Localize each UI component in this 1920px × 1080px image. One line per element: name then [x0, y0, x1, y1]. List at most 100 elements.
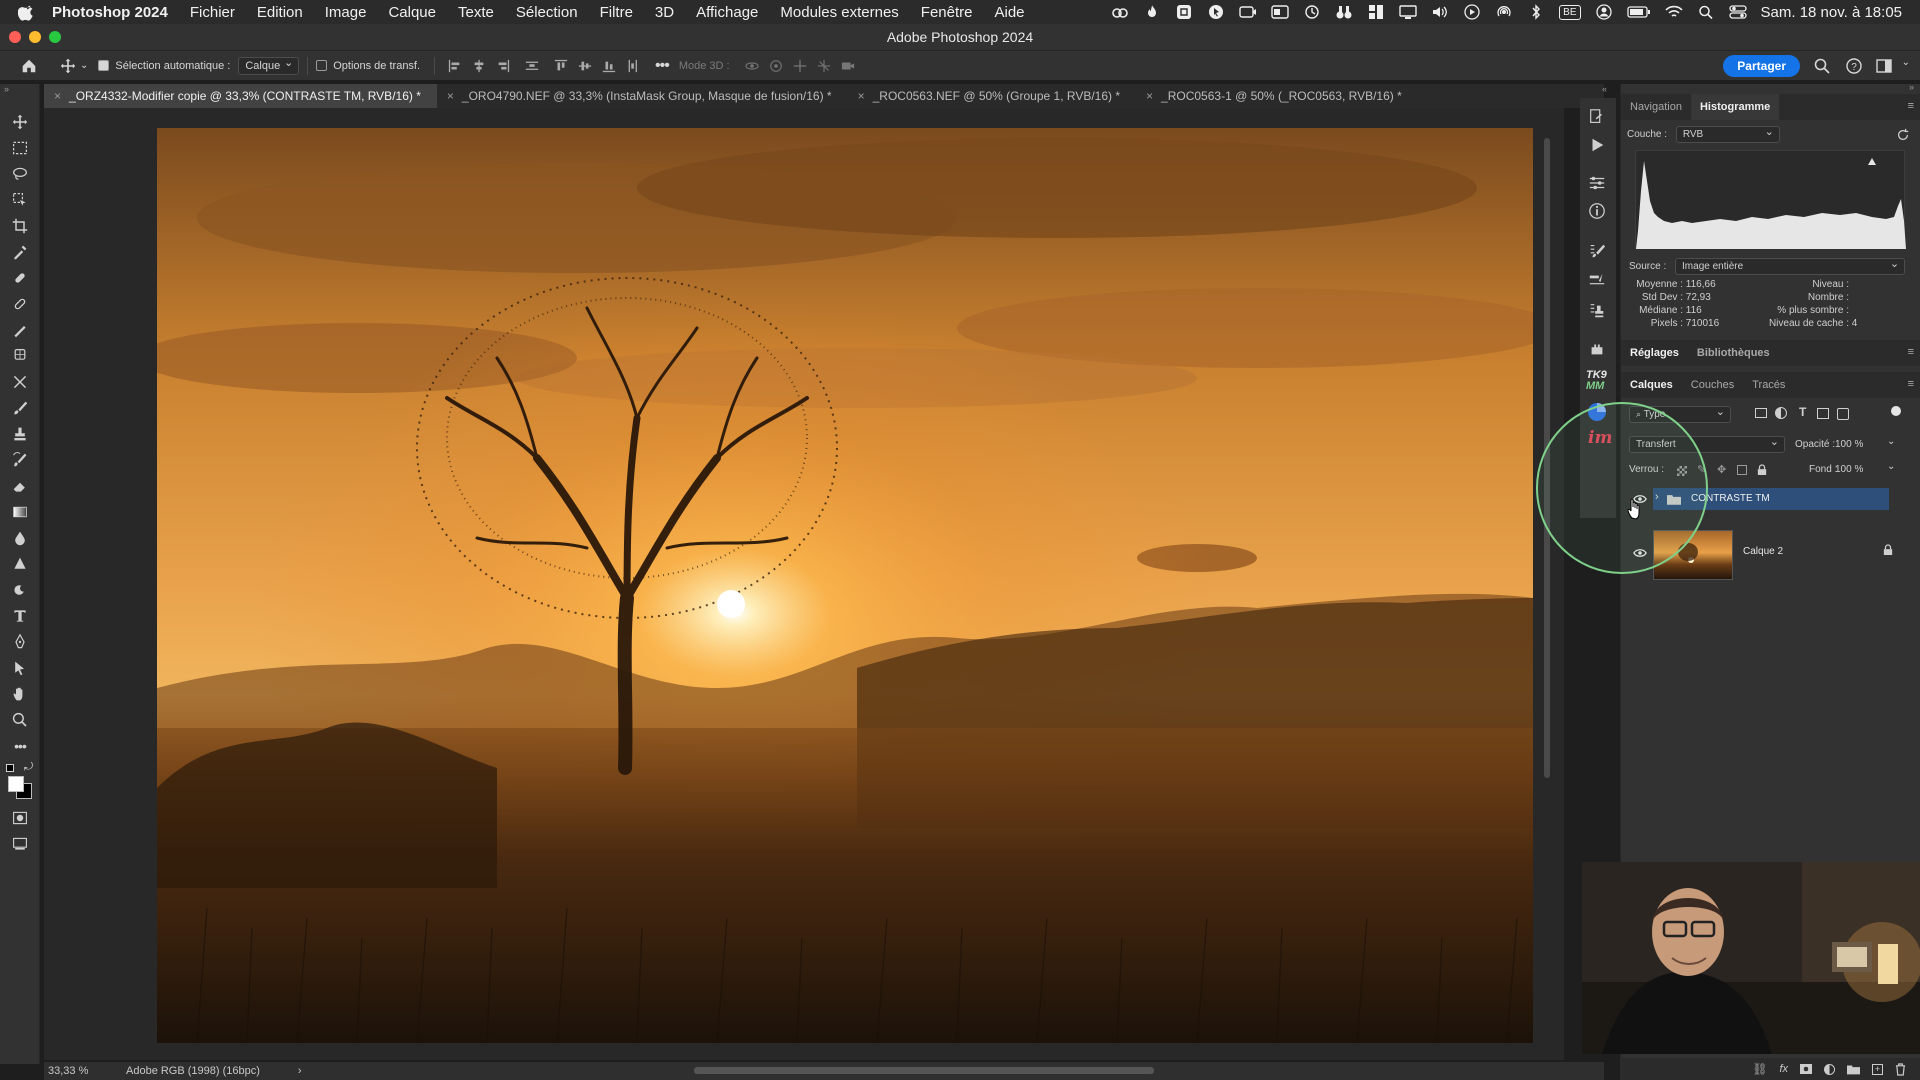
grid-app-icon[interactable] — [1367, 4, 1385, 20]
toolbar-collapse-icon[interactable]: » — [4, 84, 9, 94]
document-tab[interactable]: × _ORO4790.NEF @ 33,3% (InstaMask Group, … — [437, 84, 848, 108]
play-icon[interactable] — [1463, 4, 1481, 20]
slide-3d-icon[interactable] — [815, 57, 833, 75]
link-layers-icon[interactable]: ⛓ — [1752, 1062, 1767, 1076]
source-dropdown[interactable]: Image entière — [1675, 257, 1906, 275]
brush-tool-icon[interactable] — [10, 398, 30, 418]
menubar-clock[interactable]: Sam. 18 nov. à 18:05 — [1761, 4, 1902, 21]
delete-layer-icon[interactable] — [1895, 1062, 1906, 1076]
auto-select-checkbox[interactable] — [98, 60, 110, 71]
tab-calques[interactable]: Calques — [1621, 372, 1682, 398]
align-center-icon[interactable] — [470, 57, 488, 75]
patch-tool-icon[interactable] — [10, 320, 30, 340]
menu-texte[interactable]: Texte — [458, 4, 494, 21]
transform-options-checkbox[interactable] — [316, 60, 328, 71]
window-minimize-button[interactable] — [29, 31, 41, 43]
distribute-vertical-icon[interactable] — [624, 57, 642, 75]
marquee-tool-icon[interactable] — [10, 138, 30, 158]
close-tab-icon[interactable]: × — [54, 89, 61, 103]
binoculars-icon[interactable] — [1335, 4, 1353, 20]
panel-menu-icon[interactable]: ≡ — [1908, 100, 1914, 112]
zoom-tool-icon[interactable] — [10, 710, 30, 730]
pen-tool-icon[interactable] — [10, 632, 30, 652]
flame-icon[interactable] — [1143, 4, 1161, 20]
fill-value[interactable]: 100 % — [1835, 464, 1863, 475]
menu-selection[interactable]: Sélection — [516, 4, 578, 21]
battery-icon[interactable] — [1626, 4, 1651, 20]
pen-shape-tool-icon[interactable] — [10, 580, 30, 600]
tab-traces[interactable]: Tracés — [1743, 372, 1794, 398]
filter-type-icon[interactable]: T — [1799, 405, 1806, 419]
menu-filtre[interactable]: Filtre — [600, 4, 633, 21]
healing-brush-tool-icon[interactable] — [10, 294, 30, 314]
channel-dropdown[interactable]: RVB — [1675, 125, 1780, 143]
spot-healing-tool-icon[interactable] — [10, 268, 30, 288]
camera-3d-icon[interactable] — [839, 57, 857, 75]
tool-preset-chevron-icon[interactable]: ⌄ — [80, 60, 88, 71]
opacity-value[interactable]: 100 % — [1835, 439, 1863, 450]
default-colors-icon[interactable] — [6, 764, 14, 772]
tk9-plugin-icon[interactable]: TK9 MM — [1586, 370, 1610, 396]
mixer-tool-icon[interactable] — [10, 372, 30, 392]
refresh-histogram-icon[interactable] — [1896, 128, 1910, 142]
time-machine-icon[interactable] — [1303, 4, 1321, 20]
filter-adjustment-icon[interactable] — [1775, 407, 1787, 419]
help-icon[interactable]: ? — [1846, 58, 1862, 74]
apple-menu-icon[interactable] — [18, 3, 36, 21]
align-right-icon[interactable] — [494, 57, 512, 75]
layers-menu-icon[interactable]: ≡ — [1908, 378, 1914, 390]
menu-affichage[interactable]: Affichage — [696, 4, 758, 21]
orbit-3d-icon[interactable] — [743, 57, 761, 75]
home-icon[interactable] — [20, 57, 38, 75]
auto-select-dropdown[interactable]: Calque — [238, 56, 300, 75]
volume-icon[interactable] — [1431, 4, 1449, 20]
cursor-app-icon[interactable] — [1207, 4, 1225, 20]
document-tab[interactable]: × _ROC0563.NEF @ 50% (Groupe 1, RVB/16) * — [848, 84, 1136, 108]
hand-tool-icon[interactable] — [10, 684, 30, 704]
history-icon[interactable] — [1588, 108, 1606, 126]
tab-couches[interactable]: Couches — [1682, 372, 1743, 398]
lock-all-icon[interactable] — [1757, 464, 1767, 476]
align-left-icon[interactable] — [446, 57, 464, 75]
actions-play-icon[interactable] — [1588, 136, 1606, 154]
add-mask-icon[interactable] — [1800, 1064, 1812, 1074]
spotlight-search-icon[interactable] — [1697, 4, 1715, 20]
more-options-icon[interactable]: ••• — [655, 57, 670, 75]
creative-cloud-icon[interactable] — [1111, 4, 1129, 20]
blur-tool-icon[interactable] — [10, 528, 30, 548]
status-info-arrow-icon[interactable]: › — [298, 1065, 302, 1077]
history-brush-tool-icon[interactable] — [10, 450, 30, 470]
filter-smart-object-icon[interactable] — [1837, 408, 1849, 420]
keyboard-layout-badge[interactable]: BE — [1559, 4, 1581, 20]
eraser-tool-icon[interactable] — [10, 476, 30, 496]
tab-reglages[interactable]: Réglages — [1621, 340, 1688, 366]
move-tool-icon[interactable] — [60, 58, 76, 74]
move-tool-icon[interactable] — [10, 112, 30, 132]
workspace-icon[interactable] — [1876, 58, 1892, 74]
strip-collapse-icon[interactable]: « — [1602, 84, 1607, 94]
menu-app-name[interactable]: Photoshop 2024 — [52, 4, 168, 21]
close-tab-icon[interactable]: × — [1146, 89, 1153, 103]
object-selection-tool-icon[interactable] — [10, 190, 30, 210]
document-tab[interactable]: × _ORZ4332-Modifier copie @ 33,3% (CONTRA… — [44, 84, 437, 108]
adjustment-layer-icon[interactable] — [1824, 1063, 1835, 1075]
align-top-icon[interactable] — [552, 57, 570, 75]
eyedropper-tool-icon[interactable] — [10, 242, 30, 262]
close-tab-icon[interactable]: × — [858, 89, 865, 103]
fx-icon[interactable]: fx — [1779, 1063, 1788, 1075]
opacity-chevron-icon[interactable]: ⌄ — [1887, 436, 1895, 447]
camera-icon[interactable] — [1239, 4, 1257, 20]
sunset-tree-photo[interactable] — [157, 128, 1533, 1043]
stamp-tool-icon[interactable] — [10, 424, 30, 444]
horizontal-scrollbar[interactable] — [694, 1067, 1154, 1074]
new-layer-icon[interactable]: + — [1872, 1063, 1883, 1075]
clone-source-icon[interactable] — [1588, 302, 1606, 320]
display-icon[interactable] — [1399, 4, 1417, 20]
gradient-tool-icon[interactable] — [10, 502, 30, 522]
brush-settings-icon[interactable] — [1588, 242, 1606, 260]
lock-position-icon[interactable]: ✥ — [1717, 463, 1726, 476]
lasso-tool-icon[interactable] — [10, 164, 30, 184]
command-icon[interactable] — [1175, 4, 1193, 20]
menu-edition[interactable]: Edition — [257, 4, 303, 21]
search-icon[interactable] — [1814, 58, 1830, 74]
